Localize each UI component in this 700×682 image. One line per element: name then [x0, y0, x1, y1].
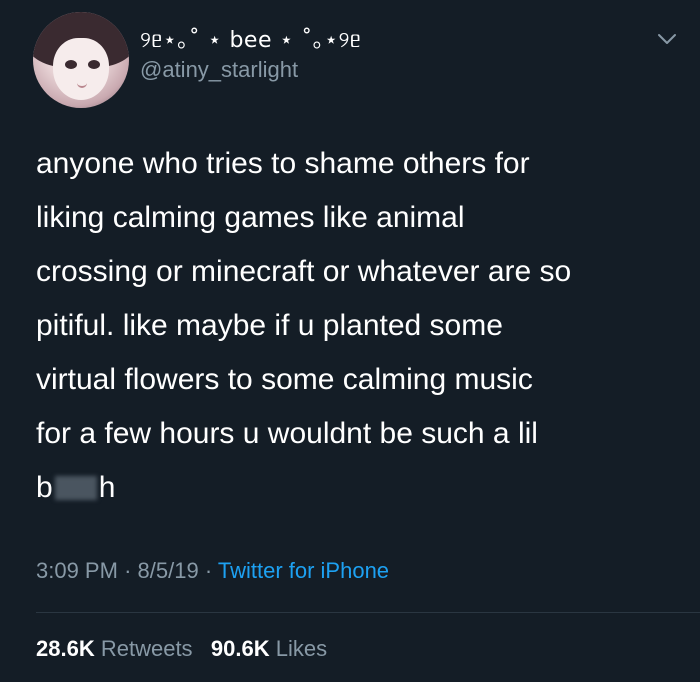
retweets-count: 28.6K	[36, 636, 95, 661]
likes-count: 90.6K	[210, 636, 270, 661]
censor-blur	[54, 476, 97, 500]
tweet-text: anyone who tries to shame others for lik…	[36, 137, 676, 515]
meta-separator: ·	[124, 558, 132, 583]
avatar-eye-left	[65, 60, 77, 69]
avatar-face	[53, 38, 109, 100]
tweet-line-censored: bh	[36, 461, 676, 515]
avatar-eye-right	[88, 60, 100, 69]
user-handle[interactable]: @atiny_starlight	[140, 57, 298, 83]
avatar[interactable]	[33, 12, 129, 108]
divider	[36, 612, 700, 613]
tweet-line: pitiful. like maybe if u planted some	[36, 309, 503, 342]
tweet-card: ୨ᥱ⋆｡˚ ⋆ bee ⋆ ˚｡⋆୨ᥱ @atiny_starlight any…	[0, 0, 700, 682]
tweet-source-link[interactable]: Twitter for iPhone	[218, 558, 389, 583]
meta-separator: ·	[204, 558, 213, 583]
tweet-meta: 3:09 PM · 8/5/19 · Twitter for iPhone	[36, 558, 389, 584]
censored-word-end: h	[98, 471, 116, 504]
chevron-down-icon[interactable]	[656, 30, 678, 48]
tweet-time[interactable]: 3:09 PM	[36, 558, 118, 583]
tweet-line: anyone who tries to shame others for	[36, 147, 530, 180]
retweets-stat[interactable]: 28.6K Retweets	[36, 636, 193, 661]
tweet-stats: 28.6K Retweets 90.6K Likes	[36, 636, 327, 662]
likes-stat[interactable]: 90.6K Likes	[211, 636, 327, 661]
display-name[interactable]: ୨ᥱ⋆｡˚ ⋆ bee ⋆ ˚｡⋆୨ᥱ	[140, 22, 361, 54]
censored-word-start: b	[36, 471, 53, 504]
tweet-line: liking calming games like animal	[36, 201, 465, 234]
tweet-line: for a few hours u wouldnt be such a lil	[36, 417, 538, 450]
tweet-line: virtual flowers to some calming music	[36, 363, 533, 396]
tweet-date[interactable]: 8/5/19	[138, 558, 199, 583]
likes-label: Likes	[275, 636, 328, 661]
tweet-line: crossing or minecraft or whatever are so	[36, 255, 572, 288]
retweets-label: Retweets	[100, 636, 193, 661]
